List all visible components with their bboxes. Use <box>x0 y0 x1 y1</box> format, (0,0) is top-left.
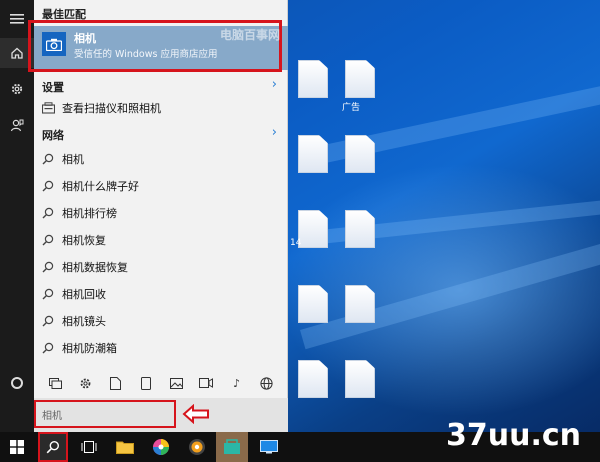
web-result-label: 相机数据恢复 <box>62 261 128 274</box>
media-player-button[interactable] <box>182 432 212 462</box>
web-result-label: 相机恢复 <box>62 234 106 247</box>
web-result-item[interactable]: 相机什么牌子好 <box>34 175 288 197</box>
desktop-file-icon[interactable] <box>345 135 375 173</box>
web-result-label: 相机防潮箱 <box>62 342 117 355</box>
cortana-button[interactable] <box>0 368 34 398</box>
desktop-icon-label: 广告 <box>342 103 361 113</box>
watermark-bottom: 37uu.cn <box>446 418 581 453</box>
settings-icon[interactable] <box>74 372 96 394</box>
store-app-button[interactable] <box>216 432 248 462</box>
web-result-item[interactable]: 相机回收 <box>34 283 288 305</box>
desktop-file-icon[interactable] <box>345 210 375 248</box>
scanner-camera-icon <box>34 102 62 114</box>
color-wheel-icon <box>153 439 169 455</box>
monitor-app-icon <box>260 440 278 454</box>
document-icon[interactable] <box>105 372 127 394</box>
desktop-file-icon[interactable] <box>298 210 328 248</box>
media-disc-icon <box>189 439 205 455</box>
web-result-item[interactable]: 相机排行榜 <box>34 202 288 224</box>
search-icon <box>34 342 62 354</box>
desktop-file-icon[interactable] <box>298 60 328 98</box>
search-input[interactable]: 相机 <box>34 400 176 428</box>
task-view-button[interactable] <box>74 432 104 462</box>
search-bar: 相机 <box>34 398 288 432</box>
file-explorer-button[interactable] <box>110 432 140 462</box>
search-icon <box>34 207 62 219</box>
arrow-left-icon <box>182 404 209 424</box>
gear-icon <box>11 83 23 95</box>
windows-logo-icon <box>10 440 24 454</box>
search-results-panel: 最佳匹配 相机 受信任的 Windows 应用商店应用 设置 › 查看扫描仪和照… <box>28 0 288 432</box>
start-button[interactable] <box>0 432 34 462</box>
web-result-label: 相机什么牌子好 <box>62 180 139 193</box>
colorful-app-button[interactable] <box>146 432 176 462</box>
search-icon <box>46 440 60 454</box>
search-icon <box>34 234 62 246</box>
music-icon[interactable]: ♪ <box>226 372 248 394</box>
pinned-app-button[interactable] <box>254 432 284 462</box>
desktop-file-icon[interactable] <box>345 60 375 98</box>
folder-icon <box>116 441 134 454</box>
settings-result-item[interactable]: 查看扫描仪和照相机 <box>34 97 288 119</box>
search-icon <box>34 153 62 165</box>
search-input-value: 相机 <box>42 410 62 422</box>
web-result-item[interactable]: 相机防潮箱 <box>34 337 288 359</box>
watermark-top: 电脑百事网 <box>220 28 281 42</box>
settings-button[interactable] <box>0 74 34 104</box>
search-filter-bar: ♪ <box>34 370 288 396</box>
web-result-label: 相机回收 <box>62 288 106 301</box>
web-section-header: 网络 <box>42 129 64 142</box>
web-more-chevron-icon[interactable]: › <box>272 125 277 140</box>
desktop-file-icon[interactable] <box>345 285 375 323</box>
web-result-item[interactable]: 相机数据恢复 <box>34 256 288 278</box>
desktop-file-icon[interactable] <box>345 360 375 398</box>
web-result-item[interactable]: 相机恢复 <box>34 229 288 251</box>
web-result-label: 相机镜头 <box>62 315 106 328</box>
web-result-label: 相机 <box>62 153 84 166</box>
task-view-icon <box>81 441 97 453</box>
web-result-label: 相机排行榜 <box>62 207 117 220</box>
apps-icon[interactable] <box>44 372 66 394</box>
web-result-item[interactable]: 相机镜头 <box>34 310 288 332</box>
hamburger-icon <box>10 14 24 24</box>
web-icon[interactable] <box>256 372 278 394</box>
cortana-circle-icon <box>11 377 23 389</box>
search-icon <box>34 180 62 192</box>
settings-more-chevron-icon[interactable]: › <box>272 77 277 92</box>
feedback-button[interactable] <box>0 110 34 140</box>
web-result-item[interactable]: 相机 <box>34 148 288 170</box>
feedback-person-icon <box>10 119 24 132</box>
search-icon <box>34 315 62 327</box>
desktop-icon-label: 14 <box>290 238 302 248</box>
taskbar-search-button[interactable] <box>38 432 68 462</box>
video-icon[interactable] <box>195 372 217 394</box>
search-icon <box>34 261 62 273</box>
desktop-file-icon[interactable] <box>298 360 328 398</box>
settings-result-label: 查看扫描仪和照相机 <box>62 102 161 115</box>
tablet-icon[interactable] <box>135 372 157 394</box>
desktop-file-icon[interactable] <box>298 135 328 173</box>
store-bag-icon <box>224 439 240 454</box>
home-icon <box>11 47 23 59</box>
settings-section-header: 设置 <box>42 81 64 94</box>
search-icon <box>34 288 62 300</box>
photos-icon[interactable] <box>165 372 187 394</box>
desktop-file-icon[interactable] <box>298 285 328 323</box>
